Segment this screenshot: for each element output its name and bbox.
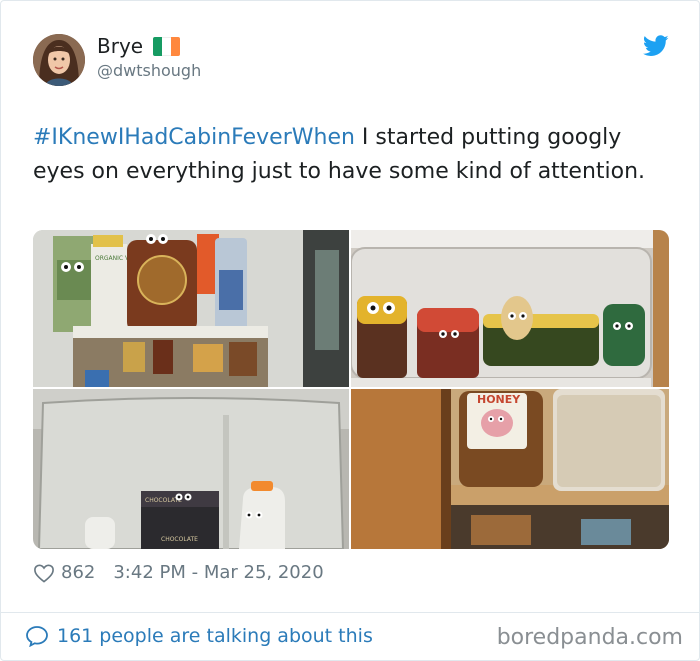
tweet-card: Brye @dwtshough #IKnewIHadCabinFeverWhen… (0, 0, 700, 661)
divider (1, 612, 699, 613)
photo-pantry-shelf[interactable]: HONEY (351, 389, 669, 549)
display-name-row[interactable]: Brye (97, 34, 181, 58)
speech-bubble-icon (26, 626, 48, 647)
avatar[interactable] (33, 34, 85, 86)
conversation-text[interactable]: 161 people are talking about this (57, 625, 373, 647)
display-name[interactable]: Brye (97, 34, 143, 58)
tweet-meta: 862 3:42 PM - Mar 25, 2020 (33, 562, 324, 583)
photo-fridge-door[interactable]: ORGANIC VALLEY (33, 230, 349, 387)
box-label: CHOCOLATE (161, 536, 198, 543)
twitter-bird-icon[interactable] (643, 35, 669, 57)
heart-icon[interactable] (33, 563, 55, 583)
watermark: boredpanda.com (496, 625, 683, 650)
honey-label: HONEY (477, 393, 521, 406)
photo-fridge-drawer[interactable] (351, 230, 669, 387)
tweet-timestamp[interactable]: 3:42 PM - Mar 25, 2020 (113, 562, 323, 583)
tweet-text: #IKnewIHadCabinFeverWhen I started putti… (33, 121, 673, 189)
ireland-flag-icon (153, 36, 181, 56)
conversation-link[interactable]: 161 people are talking about this (25, 625, 373, 647)
like-count[interactable]: 862 (61, 562, 95, 583)
user-handle[interactable]: @dwtshough (97, 61, 201, 80)
photo-clear-bin[interactable]: CHOCOLATE CHOCOLATE (33, 389, 349, 549)
photo-grid: ORGANIC VALLEY CHOCOLATE CHOCOLATE HONEY (33, 230, 669, 549)
hashtag-link[interactable]: #IKnewIHadCabinFeverWhen (33, 125, 355, 150)
